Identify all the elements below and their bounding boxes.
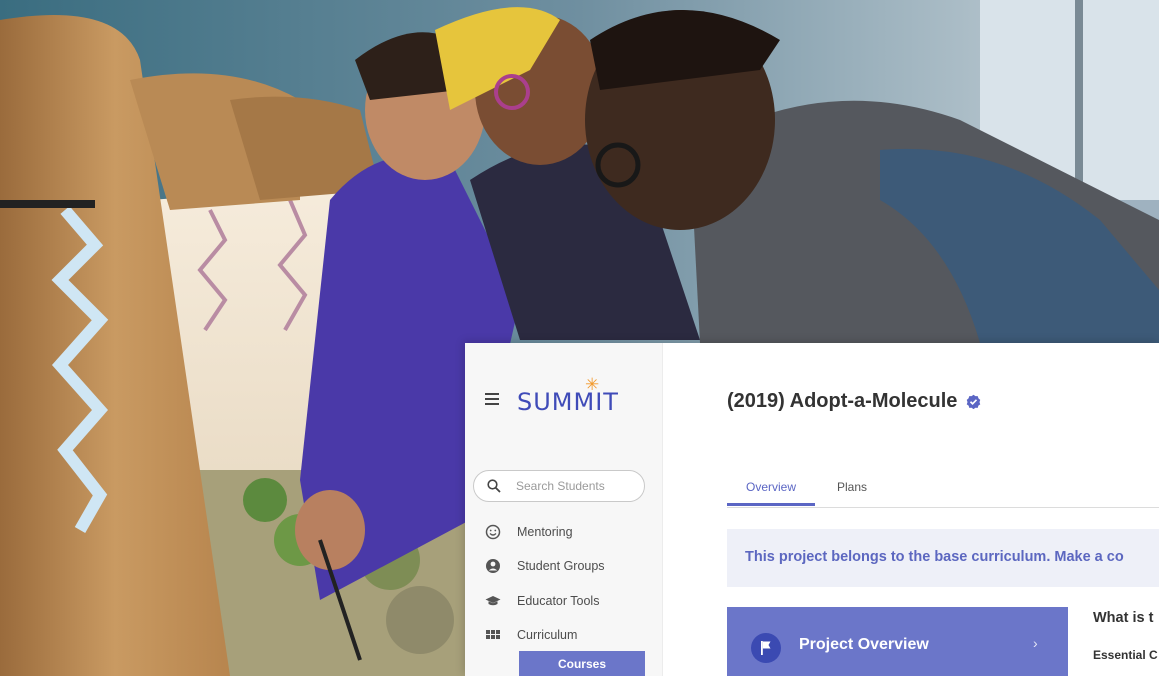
tab-overview[interactable]: Overview: [727, 480, 816, 506]
base-curriculum-banner: This project belongs to the base curricu…: [727, 529, 1159, 587]
sun-icon: ✳: [585, 375, 600, 394]
section-heading: What is t: [1093, 610, 1154, 626]
sidebar: SUMMIT ✳ Mentoring: [465, 343, 663, 676]
search-students-input[interactable]: [514, 475, 638, 497]
verified-badge-icon: [967, 394, 981, 409]
flag-icon: [761, 641, 771, 655]
project-overview-card[interactable]: Project Overview ›: [727, 607, 1068, 676]
sidebar-item-label: Student Groups: [517, 559, 605, 573]
flag-badge: [751, 633, 781, 663]
graduation-cap-icon: [485, 596, 501, 606]
tab-bar: Overview Plans: [727, 471, 1159, 508]
grid-icon: [486, 630, 500, 639]
project-overview-label: Project Overview: [799, 636, 929, 653]
smiley-icon: [485, 524, 501, 540]
main-content: (2019) Adopt-a-Molecule Overview Plans T…: [663, 343, 1159, 676]
sidebar-item-student-groups[interactable]: Student Groups: [485, 555, 605, 577]
chevron-right-icon: ›: [1033, 635, 1038, 651]
sidebar-item-educator-tools[interactable]: Educator Tools: [485, 590, 599, 612]
logo-text: SUMMIT: [517, 388, 619, 416]
page-title: (2019) Adopt-a-Molecule: [727, 390, 981, 413]
banner-text: This project belongs to the base curricu…: [745, 549, 1124, 565]
sidebar-item-label: Curriculum: [517, 628, 578, 642]
section-subheading: Essential C: [1093, 648, 1158, 662]
hamburger-menu-icon[interactable]: [485, 393, 501, 407]
sidebar-item-mentoring[interactable]: Mentoring: [485, 521, 573, 543]
app-window: SUMMIT ✳ Mentoring: [465, 343, 1159, 676]
page-title-text: (2019) Adopt-a-Molecule: [727, 390, 958, 412]
sidebar-item-label: Educator Tools: [517, 594, 600, 608]
search-box[interactable]: [473, 470, 645, 502]
sidebar-item-courses[interactable]: Courses: [519, 651, 645, 676]
sidebar-item-curriculum[interactable]: Curriculum: [485, 624, 577, 646]
tab-plans[interactable]: Plans: [818, 480, 886, 503]
search-icon: [487, 479, 501, 493]
user-circle-icon: [486, 559, 500, 573]
sidebar-item-label: Mentoring: [517, 525, 573, 539]
